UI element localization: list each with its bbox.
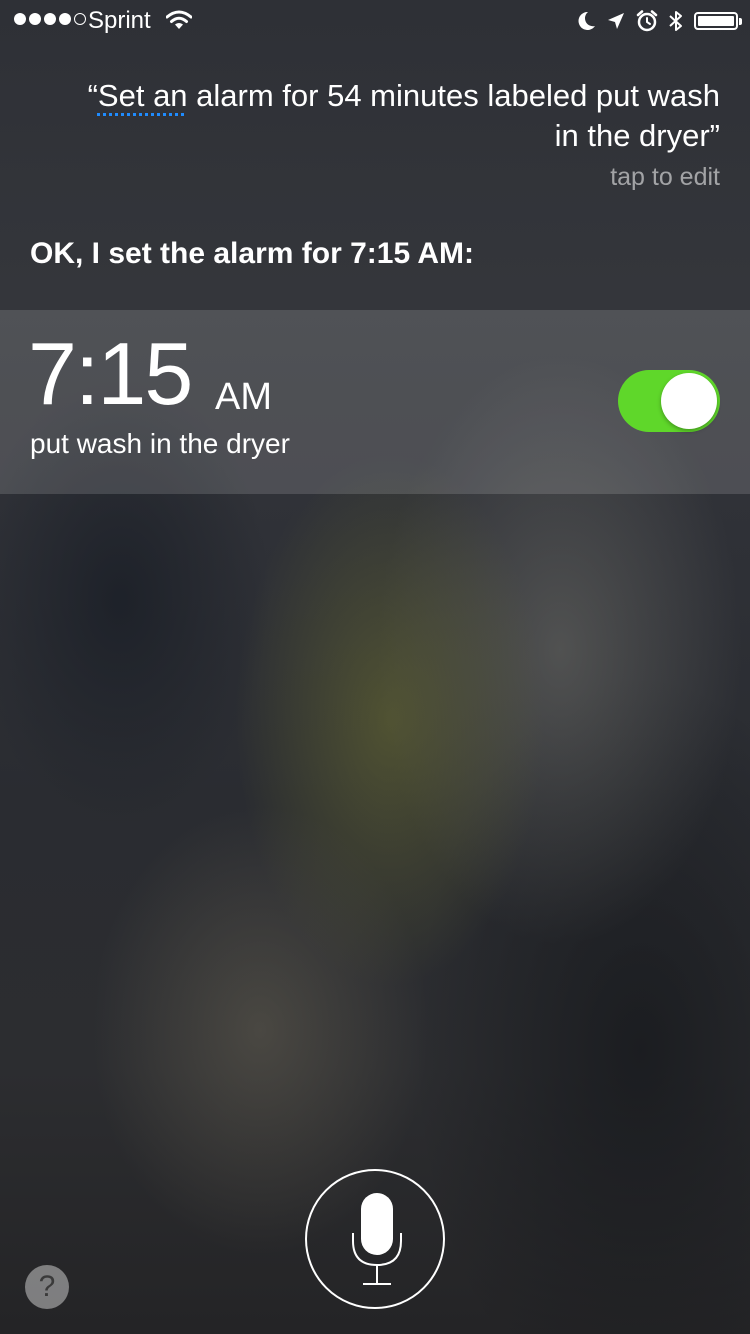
alarm-clock-icon — [636, 10, 658, 32]
microphone-icon — [352, 1193, 402, 1285]
toggle-knob — [661, 373, 717, 429]
alarm-label: put wash in the dryer — [30, 428, 290, 459]
siri-query[interactable]: “Set an alarm for 54 minutes labeled put… — [80, 76, 720, 156]
moon-icon — [578, 11, 595, 30]
microphone-button[interactable] — [305, 1169, 445, 1309]
wifi-icon — [166, 10, 192, 29]
signal-strength-icon — [14, 13, 86, 25]
alarm-toggle[interactable] — [618, 370, 720, 432]
battery-icon — [694, 12, 742, 30]
location-arrow-icon — [608, 13, 624, 29]
alarm-ampm: AM — [215, 376, 272, 418]
status-bar: Sprint — [0, 0, 750, 40]
help-button[interactable]: ? — [25, 1265, 69, 1309]
tap-to-edit-hint[interactable]: tap to edit — [610, 163, 720, 192]
bluetooth-icon — [669, 11, 682, 31]
status-icons — [576, 9, 742, 33]
alarm-card[interactable]: 7:15 AM put wash in the dryer — [0, 310, 750, 494]
alarm-time: 7:15 — [28, 324, 193, 423]
siri-response: OK, I set the alarm for 7:15 AM: — [30, 237, 474, 270]
query-highlighted-words[interactable]: Set an — [98, 78, 188, 113]
carrier-name: Sprint — [88, 7, 151, 34]
